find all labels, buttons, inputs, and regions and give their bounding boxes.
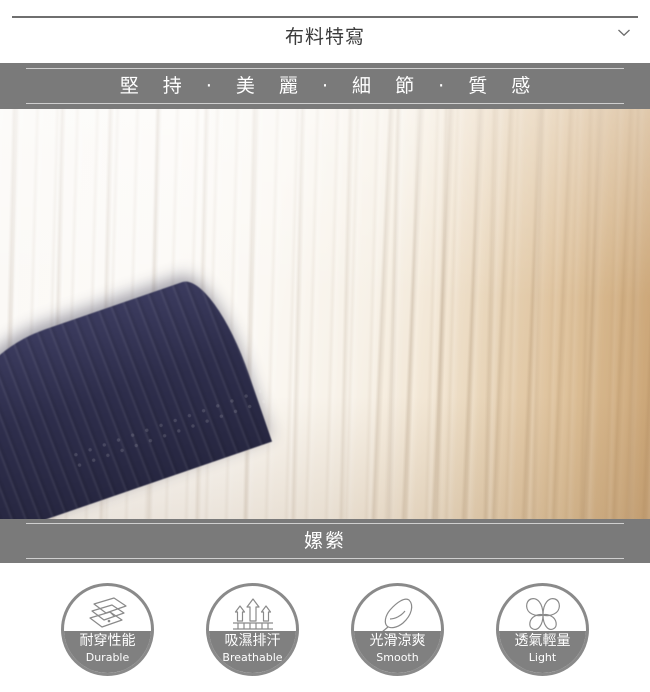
feature-label-zh: 光滑涼爽 <box>369 633 426 649</box>
material-name: 嫘縈 <box>303 530 346 552</box>
material-banner: 嫘縈 <box>0 519 650 563</box>
material-rule-bottom <box>26 558 624 559</box>
feature-label-en: Light <box>528 651 557 664</box>
photo-top-sheen <box>0 109 650 298</box>
page-header: 布料特寫 <box>0 0 650 63</box>
feature-caption: 耐穿性能 Durable <box>64 631 151 673</box>
header-divider <box>12 16 638 18</box>
feature-badge-breathable[interactable]: 吸濕排汗 Breathable <box>206 583 299 676</box>
feature-badge-row: 耐穿性能 Durable 吸濕排汗 Breathable 光滑涼爽 Smooth… <box>0 563 650 692</box>
feature-label-en: Durable <box>85 651 130 664</box>
feature-badge-smooth[interactable]: 光滑涼爽 Smooth <box>351 583 444 676</box>
slogan-banner: 堅 持 · 美 麗 · 細 節 · 質 感 <box>0 63 650 109</box>
slogan-rule-bottom <box>26 103 624 104</box>
feature-label-en: Smooth <box>376 651 419 664</box>
feature-label-zh: 耐穿性能 <box>79 633 136 649</box>
feature-label-zh: 透氣輕量 <box>514 633 571 649</box>
feature-label-en: Breathable <box>222 651 283 664</box>
feature-caption: 吸濕排汗 Breathable <box>209 631 296 673</box>
feature-caption: 光滑涼爽 Smooth <box>354 631 441 673</box>
chevron-down-icon[interactable] <box>615 24 633 42</box>
feature-caption: 透氣輕量 Light <box>499 631 586 673</box>
feature-label-zh: 吸濕排汗 <box>224 633 281 649</box>
fabric-closeup-photo <box>0 109 650 519</box>
page-title: 布料特寫 <box>284 26 365 48</box>
feature-badge-light[interactable]: 透氣輕量 Light <box>496 583 589 676</box>
feature-badge-durable[interactable]: 耐穿性能 Durable <box>61 583 154 676</box>
